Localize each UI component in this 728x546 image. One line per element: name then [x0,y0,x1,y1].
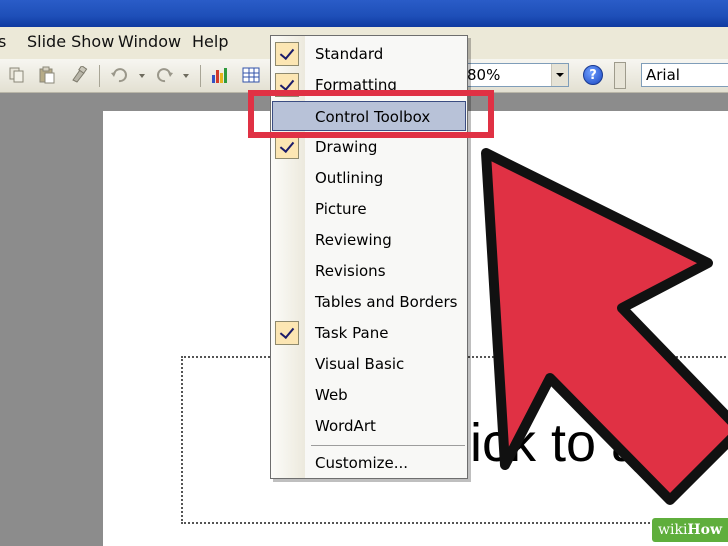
watermark-prefix: wiki [658,522,688,538]
watermark-logo: wikiHow [652,518,728,542]
pointer-arrow-icon [481,148,728,505]
watermark-brand: How [687,522,723,538]
